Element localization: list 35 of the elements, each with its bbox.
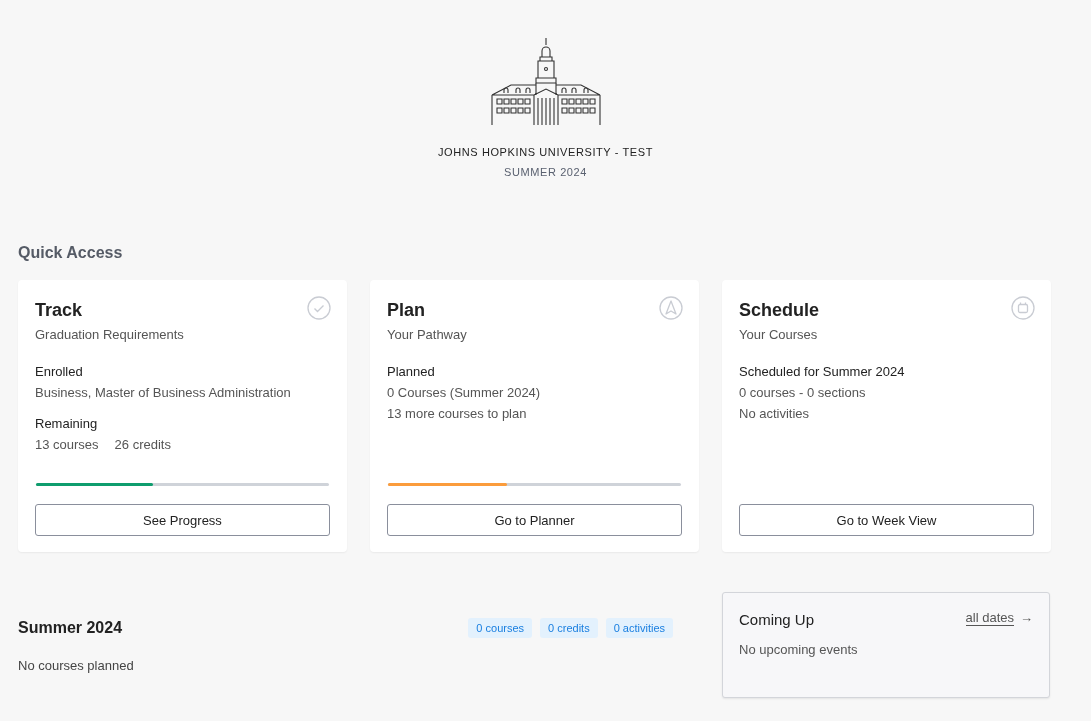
empty-message: No upcoming events	[739, 642, 858, 657]
panel-title: Coming Up	[739, 611, 815, 628]
count-badge: 0 credits	[540, 618, 598, 638]
count-badge: 0 activities	[605, 618, 673, 638]
card-subtitle: Your Courses	[739, 327, 818, 342]
institution-name: JOHNS HOPKINS UNIVERSITY - TEST	[438, 146, 653, 158]
card-button[interactable]: Go to Week View	[739, 504, 1034, 536]
section-label: Planned	[387, 364, 435, 379]
empty-message: No courses planned	[18, 658, 134, 673]
info-text: 0 courses - 0 sections	[739, 385, 866, 400]
calendar-icon	[1011, 296, 1035, 320]
all-dates-link[interactable]: all dates	[965, 609, 1014, 626]
info-text: 26 credits	[114, 437, 171, 452]
section-label: Enrolled	[35, 364, 83, 379]
compass-icon	[659, 296, 683, 320]
term-heading: Summer 2024	[18, 619, 123, 637]
info-text: Business, Master of Business Administration	[35, 385, 291, 400]
info-text: 13 more courses to plan	[387, 406, 527, 421]
card-subtitle: Graduation Requirements	[35, 327, 184, 342]
info-text: 13 courses	[35, 437, 99, 452]
card-button[interactable]: Go to Planner	[387, 504, 682, 536]
info-text: No activities	[739, 406, 810, 421]
section-label: Remaining	[35, 416, 98, 431]
card-title: Track	[35, 300, 83, 321]
card-title: Schedule	[739, 300, 820, 321]
count-badge: 0 courses	[468, 618, 533, 638]
card-title: Plan	[387, 300, 425, 321]
section-heading: Quick Access	[18, 244, 123, 262]
check-circle-icon	[307, 296, 331, 320]
section-label: Scheduled for Summer 2024	[739, 364, 905, 379]
arrow-icon: →	[1020, 610, 1033, 625]
card-button[interactable]: See Progress	[35, 504, 330, 536]
term-label: SUMMER 2024	[504, 166, 587, 178]
card-subtitle: Your Pathway	[387, 327, 467, 342]
info-text: 0 Courses (Summer 2024)	[387, 385, 541, 400]
